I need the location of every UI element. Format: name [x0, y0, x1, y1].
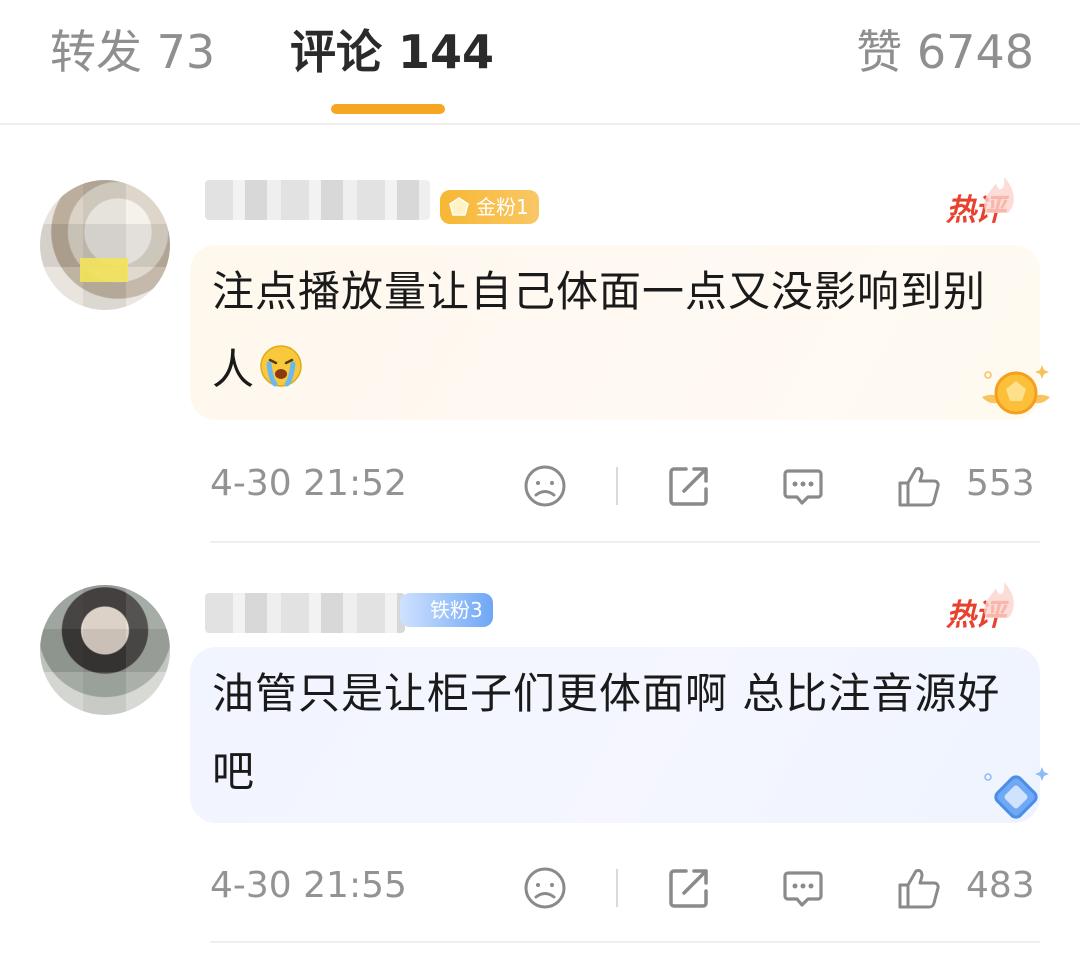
- comment-divider: [210, 941, 1040, 943]
- comment-content: 注点播放量让自己体面一点又没影响到别人: [212, 253, 1002, 409]
- action-separator: [616, 467, 618, 505]
- active-tab-indicator: [331, 104, 445, 114]
- hot-comment-tag: 热评: [946, 582, 1014, 634]
- crying-face-icon: [260, 345, 302, 387]
- avatar[interactable]: [40, 180, 170, 310]
- comment-time: 4-30 21:52: [210, 463, 407, 504]
- tab-bar: 转发 73 评论 144 赞 6748: [0, 0, 1080, 125]
- dislike-icon[interactable]: [522, 865, 568, 911]
- comment-card: 金粉1 热评 注点播放量让自己体面一点又没影响到别人 4-30 21:52 55…: [0, 125, 1080, 545]
- comment-time: 4-30 21:55: [210, 865, 407, 906]
- action-separator: [616, 869, 618, 907]
- fan-badge-label: 铁粉3: [430, 598, 483, 622]
- like-count: 553: [966, 463, 1035, 504]
- tab-repost[interactable]: 转发 73: [50, 22, 215, 82]
- fan-badge-label: 金粉1: [476, 195, 529, 219]
- comment-text: 注点播放量让自己体面一点又没影响到别人: [212, 267, 987, 394]
- comment-actions: 4-30 21:55 483: [0, 859, 1080, 919]
- avatar[interactable]: [40, 585, 170, 715]
- share-icon[interactable]: [666, 463, 712, 509]
- comment-icon[interactable]: [780, 463, 826, 509]
- like-icon[interactable]: [896, 865, 942, 911]
- comment-divider: [210, 541, 1040, 543]
- fan-badge[interactable]: 铁粉3: [400, 593, 493, 627]
- comment-icon[interactable]: [780, 865, 826, 911]
- avatar-mosaic: [80, 258, 128, 282]
- tab-likes[interactable]: 赞 6748: [856, 22, 1034, 82]
- comment-card: 铁粉3 热评 油管只是让柜子们更体面啊 总比注音源好吧 4-30 21:55 4…: [0, 545, 1080, 945]
- fan-badge[interactable]: 金粉1: [440, 190, 539, 224]
- username-blurred[interactable]: [205, 180, 430, 220]
- share-icon[interactable]: [666, 865, 712, 911]
- hot-comment-tag: 热评: [946, 177, 1014, 229]
- gem-icon: [449, 197, 469, 216]
- dislike-icon[interactable]: [522, 463, 568, 509]
- comment-content: 油管只是让柜子们更体面啊 总比注音源好吧: [212, 655, 1002, 811]
- comment-text: 油管只是让柜子们更体面啊 总比注音源好吧: [212, 669, 1001, 796]
- avatar-mosaic: [40, 180, 170, 310]
- gold-medal-icon: [982, 365, 1050, 415]
- tab-comments[interactable]: 评论 144: [290, 22, 494, 82]
- flame-icon: [984, 177, 1014, 213]
- avatar-mosaic: [40, 585, 170, 715]
- flame-icon: [984, 582, 1014, 618]
- like-count: 483: [966, 865, 1035, 906]
- username-blurred[interactable]: [205, 593, 405, 633]
- comment-actions: 4-30 21:52 553: [0, 457, 1080, 517]
- diamond-medal-icon: [984, 767, 1049, 819]
- like-icon[interactable]: [896, 463, 942, 509]
